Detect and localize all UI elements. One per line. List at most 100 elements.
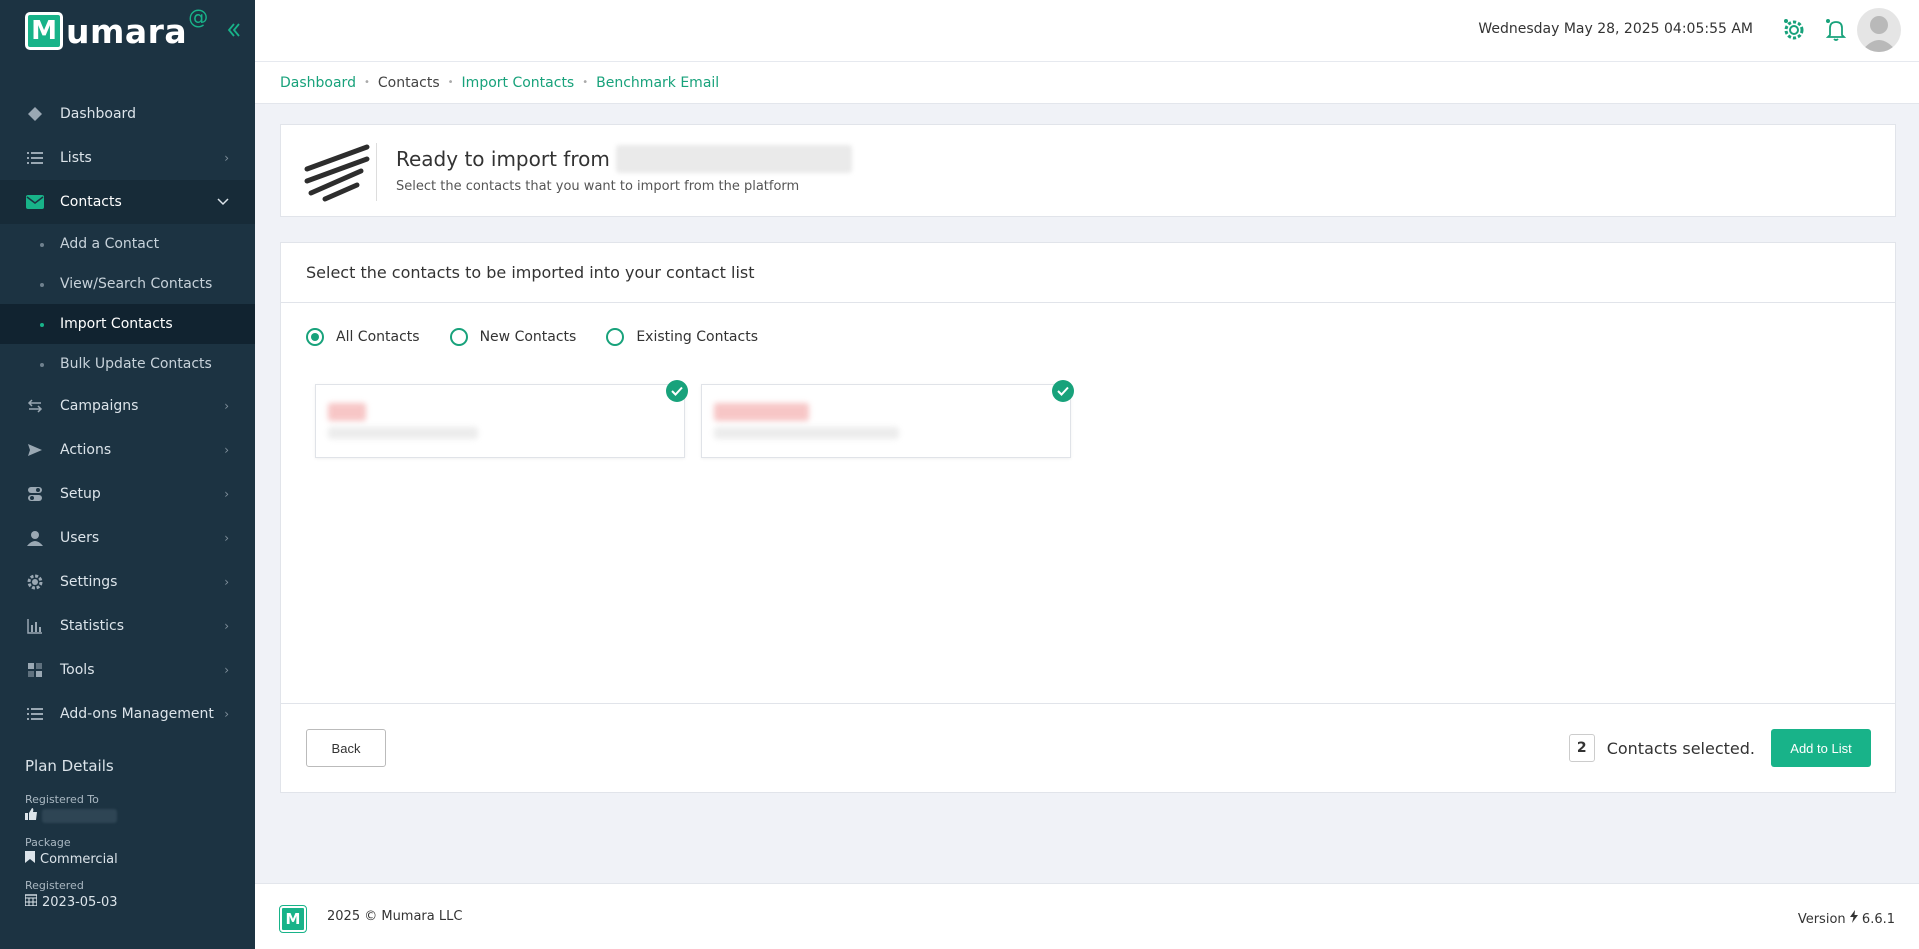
sidebar-item-users[interactable]: Users › bbox=[0, 516, 255, 560]
bar-chart-icon bbox=[25, 616, 45, 636]
arrows-icon bbox=[25, 396, 45, 416]
breadcrumb-import-contacts[interactable]: Import Contacts bbox=[462, 75, 575, 91]
sidebar-item-statistics[interactable]: Statistics › bbox=[0, 604, 255, 648]
chevron-down-icon bbox=[217, 195, 229, 209]
sidebar-item-dashboard[interactable]: Dashboard bbox=[0, 92, 255, 136]
contact-card[interactable] bbox=[315, 380, 688, 458]
back-button[interactable]: Back bbox=[306, 729, 386, 767]
gear-icon bbox=[25, 572, 45, 592]
plan-registered-label: Registered bbox=[25, 879, 84, 892]
radio-label: All Contacts bbox=[336, 329, 420, 345]
radio-circle[interactable] bbox=[449, 328, 468, 346]
copyright-text: 2025 © Mumara LLC bbox=[327, 909, 463, 924]
layers-icon bbox=[25, 104, 45, 124]
radio-all-contacts[interactable]: All Contacts bbox=[306, 328, 420, 346]
contact-filter-radios: All Contacts New Contacts Existing Conta… bbox=[306, 328, 788, 346]
calendar-icon bbox=[24, 894, 38, 910]
user-avatar[interactable] bbox=[1857, 8, 1901, 52]
sidebar-item-label: Add-ons Management bbox=[60, 706, 214, 722]
bookmark-icon bbox=[25, 851, 35, 867]
top-header: Wednesday May 28, 2025 04:05:55 AM bbox=[255, 0, 1919, 62]
registered-date: 2023-05-03 bbox=[42, 894, 118, 910]
notification-bell-icon[interactable] bbox=[1821, 15, 1851, 45]
sidebar: M umara @ Dashboard Lists › Contacts Add… bbox=[0, 0, 255, 949]
collapse-sidebar-icon[interactable] bbox=[226, 19, 242, 43]
sidebar-item-label: Settings bbox=[60, 574, 118, 590]
redacted-contact-name bbox=[328, 403, 366, 421]
plan-package-label: Package bbox=[25, 836, 71, 849]
logo-mark[interactable]: M bbox=[25, 12, 63, 50]
vertical-divider bbox=[376, 143, 377, 201]
plan-registered-to-value bbox=[25, 808, 235, 824]
select-contacts-title: Select the contacts to be imported into … bbox=[281, 243, 1895, 303]
footer-logo: M bbox=[279, 905, 307, 933]
chevron-right-icon: › bbox=[224, 619, 229, 633]
add-to-list-button[interactable]: Add to List bbox=[1771, 729, 1871, 767]
sidebar-subitem-add-contact[interactable]: Add a Contact bbox=[0, 224, 255, 264]
sidebar-item-addons[interactable]: Add-ons Management › bbox=[0, 692, 255, 736]
current-datetime: Wednesday May 28, 2025 04:05:55 AM bbox=[1478, 21, 1753, 37]
sidebar-subitem-label: Bulk Update Contacts bbox=[60, 356, 212, 372]
sidebar-subitem-label: View/Search Contacts bbox=[60, 276, 213, 292]
version-value: 6.6.1 bbox=[1861, 912, 1895, 927]
logo-at: @ bbox=[188, 5, 209, 29]
chevron-right-icon: › bbox=[224, 443, 229, 457]
contacts-selected-indicator: 2 Contacts selected. bbox=[1568, 734, 1755, 762]
breadcrumb-benchmark-email[interactable]: Benchmark Email bbox=[596, 75, 719, 91]
selected-count-badge: 2 bbox=[1568, 734, 1595, 762]
page-footer: M 2025 © Mumara LLC Version 6.6.1 bbox=[255, 883, 1919, 949]
plan-registered-value: 2023-05-03 bbox=[24, 894, 235, 910]
redacted-account bbox=[615, 145, 852, 173]
radio-circle[interactable] bbox=[306, 328, 324, 346]
sidebar-item-actions[interactable]: Actions › bbox=[0, 428, 255, 472]
chevron-right-icon: › bbox=[224, 151, 229, 165]
sidebar-item-contacts[interactable]: Contacts bbox=[0, 180, 255, 224]
plan-package-value: Commercial bbox=[25, 851, 235, 867]
sidebar-item-label: Tools bbox=[60, 662, 95, 678]
bolt-icon bbox=[1849, 910, 1862, 927]
plan-registered-to-label: Registered To bbox=[25, 793, 99, 806]
radio-label: New Contacts bbox=[479, 329, 577, 345]
toggle-icon bbox=[25, 484, 45, 504]
sidebar-item-label: Contacts bbox=[60, 194, 122, 210]
radio-circle[interactable] bbox=[606, 328, 625, 346]
ready-to-import-title: Ready to import from bbox=[396, 145, 852, 173]
ready-title-text: Ready to import from bbox=[396, 147, 610, 171]
sidebar-item-campaigns[interactable]: Campaigns › bbox=[0, 384, 255, 428]
thumbs-up-icon bbox=[25, 808, 37, 824]
chevron-right-icon: › bbox=[224, 663, 229, 677]
breadcrumb-separator: • bbox=[582, 77, 589, 88]
chevron-right-icon: › bbox=[224, 707, 229, 721]
radio-existing-contacts[interactable]: Existing Contacts bbox=[606, 328, 758, 346]
sidebar-item-tools[interactable]: Tools › bbox=[0, 648, 255, 692]
select-contacts-footer: Back 2 Contacts selected. Add to List bbox=[281, 703, 1895, 792]
selected-count-text: Contacts selected. bbox=[1606, 738, 1755, 758]
chevron-right-icon: › bbox=[224, 575, 229, 589]
version-label: Version bbox=[1797, 912, 1846, 927]
breadcrumb-contacts: Contacts bbox=[377, 74, 440, 91]
check-circle-icon[interactable] bbox=[1052, 380, 1074, 402]
redacted-contact-email bbox=[714, 427, 899, 439]
breadcrumb-dashboard[interactable]: Dashboard bbox=[280, 75, 356, 91]
radio-new-contacts[interactable]: New Contacts bbox=[449, 328, 577, 346]
radio-label: Existing Contacts bbox=[636, 329, 758, 345]
sidebar-item-label: Statistics bbox=[60, 618, 124, 634]
sidebar-subitem-view-search-contacts[interactable]: View/Search Contacts bbox=[0, 264, 255, 304]
sidebar-subitem-import-contacts[interactable]: Import Contacts bbox=[0, 304, 255, 344]
sidebar-item-setup[interactable]: Setup › bbox=[0, 472, 255, 516]
sidebar-item-label: Setup bbox=[60, 486, 101, 502]
sidebar-item-settings[interactable]: Settings › bbox=[0, 560, 255, 604]
logo-text: umara bbox=[66, 11, 188, 51]
redacted-name bbox=[42, 809, 117, 823]
sidebar-item-lists[interactable]: Lists › bbox=[0, 136, 255, 180]
select-contacts-card: Select the contacts to be imported into … bbox=[280, 242, 1896, 793]
grid-icon bbox=[25, 660, 45, 680]
check-circle-icon[interactable] bbox=[666, 380, 688, 402]
send-icon bbox=[25, 440, 45, 460]
logo-row: M umara @ bbox=[0, 0, 255, 62]
chevron-right-icon: › bbox=[224, 487, 229, 501]
settings-gear-icon[interactable] bbox=[1779, 15, 1809, 45]
sidebar-subitem-bulk-update-contacts[interactable]: Bulk Update Contacts bbox=[0, 344, 255, 384]
list-icon bbox=[25, 148, 45, 168]
contact-card[interactable] bbox=[701, 380, 1074, 458]
